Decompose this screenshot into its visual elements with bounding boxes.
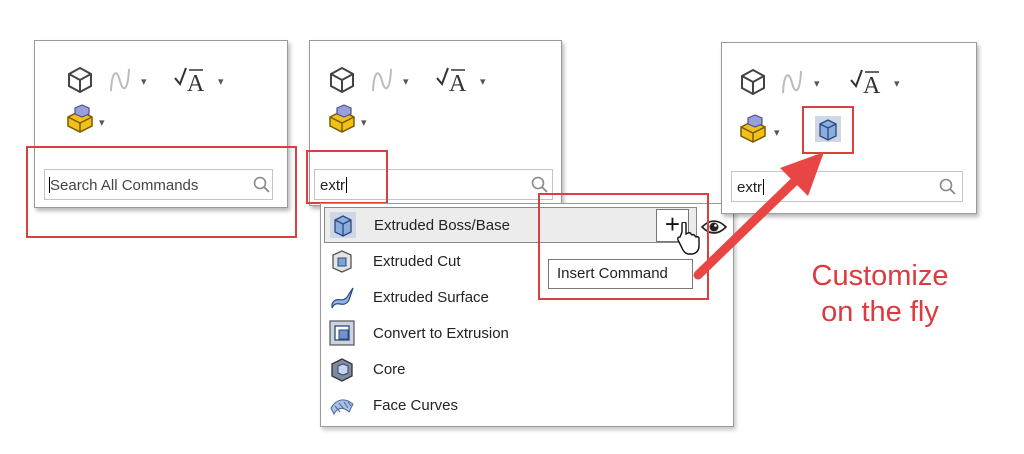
smart-dimension-icon[interactable]: A [849, 64, 885, 98]
smart-dimension-icon[interactable]: A [173, 62, 209, 96]
result-label: Extruded Surface [373, 289, 489, 306]
smart-dimension-icon[interactable]: A [435, 62, 471, 96]
sketch-curve-icon[interactable] [105, 65, 135, 95]
chevron-down-icon[interactable]: ▾ [480, 75, 486, 88]
sketch-curve-icon[interactable] [777, 67, 807, 97]
highlight-box-query [306, 150, 388, 204]
assembly-icon[interactable] [65, 104, 95, 134]
result-core[interactable]: Core [321, 352, 661, 388]
svg-text:A: A [863, 73, 881, 98]
part-icon[interactable] [65, 65, 95, 95]
result-label: Extruded Boss/Base [374, 217, 510, 234]
svg-text:A: A [187, 71, 205, 96]
extruded-surface-icon [331, 287, 354, 309]
search-icon[interactable] [938, 177, 958, 197]
callout-line-1: Customize [811, 260, 949, 292]
chevron-down-icon[interactable]: ▾ [894, 77, 900, 90]
part-icon[interactable] [738, 67, 768, 97]
chevron-down-icon[interactable]: ▾ [774, 126, 780, 139]
part-icon[interactable] [327, 65, 357, 95]
result-label: Convert to Extrusion [373, 325, 509, 342]
assembly-icon[interactable] [327, 104, 357, 134]
chevron-down-icon[interactable]: ▾ [403, 75, 409, 88]
result-face-curves[interactable]: Face Curves [321, 388, 661, 424]
extruded-boss-icon [330, 212, 356, 238]
chevron-down-icon[interactable]: ▾ [141, 75, 147, 88]
result-label: Core [373, 361, 406, 378]
core-icon [331, 358, 353, 382]
extruded-cut-icon [332, 250, 352, 273]
callout-line-2: on the fly [821, 296, 939, 328]
search-icon[interactable] [530, 175, 550, 195]
sketch-curve-icon[interactable] [367, 65, 397, 95]
chevron-down-icon[interactable]: ▾ [361, 116, 367, 129]
chevron-down-icon[interactable]: ▾ [218, 75, 224, 88]
highlight-box-search [26, 146, 297, 238]
result-label: Face Curves [373, 397, 459, 414]
result-convert-to-extrusion[interactable]: Convert to Extrusion [321, 316, 661, 352]
chevron-down-icon[interactable]: ▾ [99, 116, 105, 129]
svg-text:A: A [449, 71, 467, 96]
chevron-down-icon[interactable]: ▾ [814, 77, 820, 90]
face-curves-icon [330, 399, 354, 416]
result-label: Extruded Cut [373, 253, 461, 270]
convert-to-extrusion-icon [329, 320, 355, 346]
callout-text: Customize on the fly [760, 258, 1000, 330]
